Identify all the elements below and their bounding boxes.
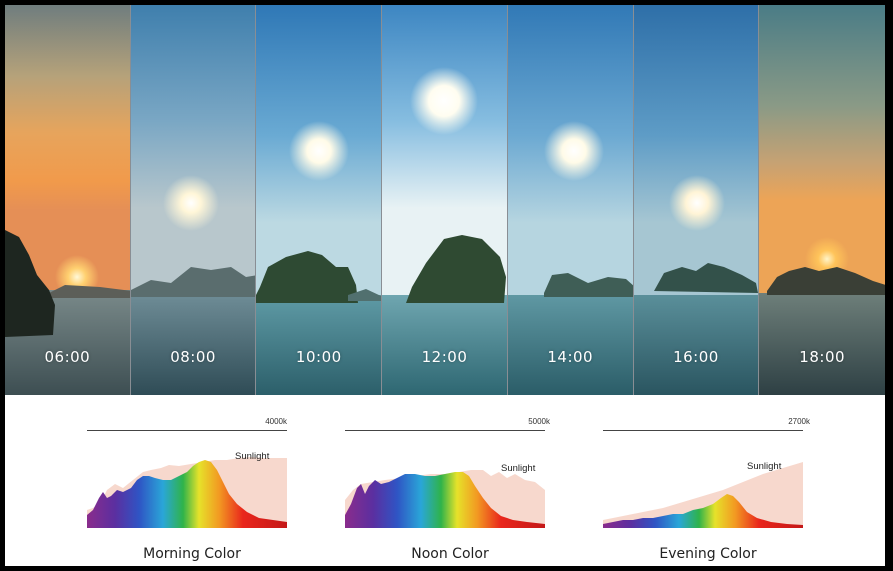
image-frame: 06:00 08:00 10:00 12:00 14:00 16:00 18:0… <box>5 5 885 566</box>
time-label: 10:00 <box>295 348 342 366</box>
sunrise-scene <box>5 5 130 395</box>
kelvin-value: 2700k <box>788 417 810 426</box>
morning-scene <box>130 5 256 395</box>
panel-1800: 18:00 <box>759 5 885 395</box>
time-label: 08:00 <box>170 348 216 366</box>
panel-1000: 10:00 <box>256 5 383 395</box>
midmorning-scene <box>256 5 382 395</box>
time-label: 14:00 <box>547 348 594 366</box>
sunlight-label: Sunlight <box>747 461 782 472</box>
spectrum-caption: Noon Color <box>411 546 489 562</box>
spectrum-noon: 5000k Sunlight Noon Color <box>345 395 555 566</box>
noon-scene <box>382 5 507 395</box>
panel-0600: 06:00 <box>5 5 131 395</box>
kelvin-rule <box>87 430 287 431</box>
late-afternoon-scene <box>633 5 759 395</box>
time-label: 18:00 <box>799 348 846 366</box>
spectrum-graph <box>345 470 545 528</box>
time-label: 06:00 <box>44 348 91 366</box>
kelvin-rule <box>603 430 803 431</box>
time-label: 12:00 <box>421 348 468 366</box>
panel-0800: 08:00 <box>130 5 257 395</box>
panel-1200: 12:00 <box>382 5 508 395</box>
spectrum-caption: Morning Color <box>143 546 241 562</box>
sky-timeline-strip: 06:00 08:00 10:00 12:00 14:00 16:00 18:0… <box>5 5 885 395</box>
sunlight-label: Sunlight <box>501 463 536 474</box>
spectrum-caption: Evening Color <box>659 546 757 562</box>
spectrum-graph <box>603 462 803 528</box>
spectrum-evening: 2700k Sunlight Evening Color <box>603 395 813 566</box>
afternoon-scene <box>507 5 633 395</box>
sunset-scene <box>759 5 885 395</box>
kelvin-value: 5000k <box>528 417 550 426</box>
spectrum-morning: 4000k Sunlight Morning Color <box>87 395 297 566</box>
panel-1400: 14:00 <box>507 5 634 395</box>
spectrum-section: 4000k Sunlight Morning Color 5000k Sunli… <box>5 395 885 566</box>
time-label: 16:00 <box>673 348 719 366</box>
panel-1600: 16:00 <box>633 5 760 395</box>
kelvin-rule <box>345 430 545 431</box>
kelvin-value: 4000k <box>265 417 287 426</box>
sunlight-label: Sunlight <box>235 451 270 462</box>
